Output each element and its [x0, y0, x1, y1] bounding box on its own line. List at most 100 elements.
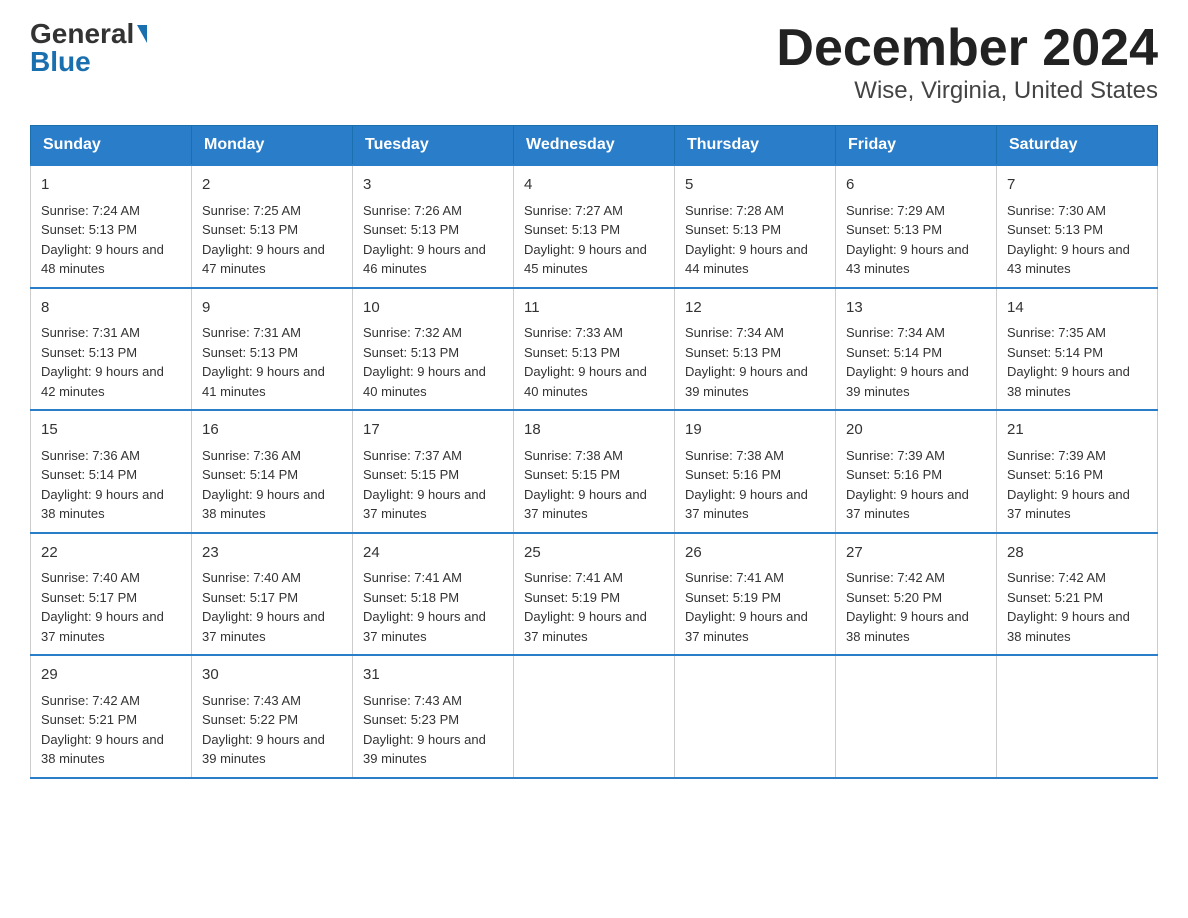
day-number: 25 — [524, 542, 664, 565]
day-number: 4 — [524, 174, 664, 197]
calendar-day-cell — [514, 655, 675, 778]
day-number: 1 — [41, 174, 181, 197]
day-info: Sunrise: 7:31 AMSunset: 5:13 PMDaylight:… — [202, 325, 325, 399]
logo-blue-text: Blue — [30, 48, 91, 76]
day-info: Sunrise: 7:24 AMSunset: 5:13 PMDaylight:… — [41, 203, 164, 277]
page-header: General Blue December 2024 Wise, Virgini… — [30, 20, 1158, 105]
calendar-day-cell: 19 Sunrise: 7:38 AMSunset: 5:16 PMDayligh… — [675, 410, 836, 533]
day-info: Sunrise: 7:30 AMSunset: 5:13 PMDaylight:… — [1007, 203, 1130, 277]
day-info: Sunrise: 7:36 AMSunset: 5:14 PMDaylight:… — [202, 448, 325, 522]
page-subtitle: Wise, Virginia, United States — [776, 77, 1158, 105]
day-number: 16 — [202, 419, 342, 442]
calendar-day-cell: 22Sunrise: 7:40 AMSunset: 5:17 PMDayligh… — [31, 533, 192, 656]
day-info: Sunrise: 7:40 AMSunset: 5:17 PMDaylight:… — [202, 570, 325, 644]
day-number: 8 — [41, 297, 181, 320]
day-info: Sunrise: 7:33 AMSunset: 5:13 PMDaylight:… — [524, 325, 647, 399]
calendar-header-row: SundayMondayTuesdayWednesdayThursdayFrid… — [31, 126, 1158, 166]
day-info: Sunrise: 7:35 AMSunset: 5:14 PMDaylight:… — [1007, 325, 1130, 399]
day-number: 13 — [846, 297, 986, 320]
day-number: 23 — [202, 542, 342, 565]
calendar-day-cell: 14 Sunrise: 7:35 AMSunset: 5:14 PMDayligh… — [997, 288, 1158, 411]
calendar-day-cell: 18Sunrise: 7:38 AMSunset: 5:15 PMDayligh… — [514, 410, 675, 533]
calendar-day-cell — [997, 655, 1158, 778]
calendar-week-row-1: 1 Sunrise: 7:24 AMSunset: 5:13 PMDaylight… — [31, 165, 1158, 288]
calendar-day-cell: 1 Sunrise: 7:24 AMSunset: 5:13 PMDaylight… — [31, 165, 192, 288]
calendar-week-row-2: 8 Sunrise: 7:31 AMSunset: 5:13 PMDaylight… — [31, 288, 1158, 411]
day-number: 29 — [41, 664, 181, 687]
day-info: Sunrise: 7:37 AMSunset: 5:15 PMDaylight:… — [363, 448, 486, 522]
calendar-day-cell: 13 Sunrise: 7:34 AMSunset: 5:14 PMDayligh… — [836, 288, 997, 411]
day-number: 10 — [363, 297, 503, 320]
calendar-day-cell: 9 Sunrise: 7:31 AMSunset: 5:13 PMDaylight… — [192, 288, 353, 411]
day-info: Sunrise: 7:38 AMSunset: 5:16 PMDaylight:… — [685, 448, 808, 522]
calendar-week-row-5: 29 Sunrise: 7:42 AMSunset: 5:21 PMDayligh… — [31, 655, 1158, 778]
day-info: Sunrise: 7:39 AMSunset: 5:16 PMDaylight:… — [1007, 448, 1130, 522]
day-number: 30 — [202, 664, 342, 687]
calendar-day-cell: 3Sunrise: 7:26 AMSunset: 5:13 PMDaylight… — [353, 165, 514, 288]
day-info: Sunrise: 7:43 AMSunset: 5:23 PMDaylight:… — [363, 693, 486, 767]
calendar-header-wednesday: Wednesday — [514, 126, 675, 166]
day-number: 14 — [1007, 297, 1147, 320]
calendar-day-cell: 10 Sunrise: 7:32 AMSunset: 5:13 PMDayligh… — [353, 288, 514, 411]
day-number: 15 — [41, 419, 181, 442]
logo-triangle-icon — [137, 25, 147, 43]
day-number: 17 — [363, 419, 503, 442]
calendar-day-cell: 29 Sunrise: 7:42 AMSunset: 5:21 PMDayligh… — [31, 655, 192, 778]
day-number: 5 — [685, 174, 825, 197]
day-info: Sunrise: 7:28 AMSunset: 5:13 PMDaylight:… — [685, 203, 808, 277]
calendar-day-cell: 16 Sunrise: 7:36 AMSunset: 5:14 PMDayligh… — [192, 410, 353, 533]
day-info: Sunrise: 7:43 AMSunset: 5:22 PMDaylight:… — [202, 693, 325, 767]
day-info: Sunrise: 7:42 AMSunset: 5:20 PMDaylight:… — [846, 570, 969, 644]
calendar-day-cell: 2 Sunrise: 7:25 AMSunset: 5:13 PMDaylight… — [192, 165, 353, 288]
day-info: Sunrise: 7:42 AMSunset: 5:21 PMDaylight:… — [41, 693, 164, 767]
day-info: Sunrise: 7:42 AMSunset: 5:21 PMDaylight:… — [1007, 570, 1130, 644]
day-number: 19 — [685, 419, 825, 442]
day-number: 20 — [846, 419, 986, 442]
day-number: 27 — [846, 542, 986, 565]
day-info: Sunrise: 7:41 AMSunset: 5:19 PMDaylight:… — [524, 570, 647, 644]
calendar-day-cell: 17 Sunrise: 7:37 AMSunset: 5:15 PMDayligh… — [353, 410, 514, 533]
calendar-day-cell: 25 Sunrise: 7:41 AMSunset: 5:19 PMDayligh… — [514, 533, 675, 656]
calendar-day-cell: 8 Sunrise: 7:31 AMSunset: 5:13 PMDaylight… — [31, 288, 192, 411]
day-info: Sunrise: 7:36 AMSunset: 5:14 PMDaylight:… — [41, 448, 164, 522]
day-number: 11 — [524, 297, 664, 320]
day-number: 31 — [363, 664, 503, 687]
day-number: 3 — [363, 174, 503, 197]
day-info: Sunrise: 7:31 AMSunset: 5:13 PMDaylight:… — [41, 325, 164, 399]
calendar-header-saturday: Saturday — [997, 126, 1158, 166]
day-info: Sunrise: 7:34 AMSunset: 5:14 PMDaylight:… — [846, 325, 969, 399]
title-block: December 2024 Wise, Virginia, United Sta… — [776, 20, 1158, 105]
day-number: 12 — [685, 297, 825, 320]
calendar-week-row-3: 15 Sunrise: 7:36 AMSunset: 5:14 PMDayligh… — [31, 410, 1158, 533]
day-info: Sunrise: 7:40 AMSunset: 5:17 PMDaylight:… — [41, 570, 164, 644]
day-number: 24 — [363, 542, 503, 565]
calendar-day-cell: 24Sunrise: 7:41 AMSunset: 5:18 PMDayligh… — [353, 533, 514, 656]
logo-general-text: General — [30, 20, 134, 48]
calendar-day-cell: 15 Sunrise: 7:36 AMSunset: 5:14 PMDayligh… — [31, 410, 192, 533]
day-number: 9 — [202, 297, 342, 320]
day-info: Sunrise: 7:27 AMSunset: 5:13 PMDaylight:… — [524, 203, 647, 277]
day-info: Sunrise: 7:25 AMSunset: 5:13 PMDaylight:… — [202, 203, 325, 277]
day-info: Sunrise: 7:39 AMSunset: 5:16 PMDaylight:… — [846, 448, 969, 522]
calendar-week-row-4: 22Sunrise: 7:40 AMSunset: 5:17 PMDayligh… — [31, 533, 1158, 656]
calendar-day-cell: 31 Sunrise: 7:43 AMSunset: 5:23 PMDayligh… — [353, 655, 514, 778]
day-info: Sunrise: 7:34 AMSunset: 5:13 PMDaylight:… — [685, 325, 808, 399]
calendar-day-cell: 12 Sunrise: 7:34 AMSunset: 5:13 PMDayligh… — [675, 288, 836, 411]
day-number: 26 — [685, 542, 825, 565]
page-title: December 2024 — [776, 20, 1158, 77]
calendar-day-cell: 6Sunrise: 7:29 AMSunset: 5:13 PMDaylight… — [836, 165, 997, 288]
calendar-day-cell: 26 Sunrise: 7:41 AMSunset: 5:19 PMDayligh… — [675, 533, 836, 656]
calendar-day-cell: 20 Sunrise: 7:39 AMSunset: 5:16 PMDayligh… — [836, 410, 997, 533]
calendar-day-cell: 7Sunrise: 7:30 AMSunset: 5:13 PMDaylight… — [997, 165, 1158, 288]
calendar-day-cell: 28 Sunrise: 7:42 AMSunset: 5:21 PMDayligh… — [997, 533, 1158, 656]
calendar-day-cell: 11 Sunrise: 7:33 AMSunset: 5:13 PMDayligh… — [514, 288, 675, 411]
day-number: 28 — [1007, 542, 1147, 565]
day-number: 2 — [202, 174, 342, 197]
calendar-header-friday: Friday — [836, 126, 997, 166]
calendar-day-cell — [836, 655, 997, 778]
day-info: Sunrise: 7:41 AMSunset: 5:19 PMDaylight:… — [685, 570, 808, 644]
day-info: Sunrise: 7:32 AMSunset: 5:13 PMDaylight:… — [363, 325, 486, 399]
day-number: 21 — [1007, 419, 1147, 442]
day-number: 6 — [846, 174, 986, 197]
day-number: 18 — [524, 419, 664, 442]
